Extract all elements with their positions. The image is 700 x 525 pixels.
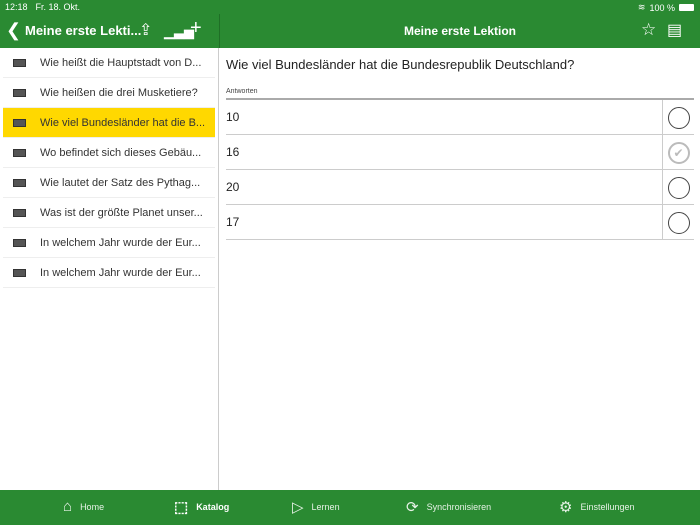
answer-row: 10 [226, 100, 694, 135]
answer-checkbox[interactable] [662, 100, 694, 135]
top-bar: 12:18 Fr. 18. Okt. ≋ 100 % ❮ Meine erste… [0, 0, 700, 48]
message-icon [13, 88, 26, 97]
question-label: Wie lautet der Satz des Pythag... [40, 176, 201, 189]
status-time: 12:18 [5, 2, 28, 12]
answer-checkbox[interactable] [662, 205, 694, 240]
right-title: Meine erste Lektion [403, 24, 517, 38]
question-label: Wo befindet sich dieses Gebäu... [40, 146, 202, 159]
answers-label: Antworten [226, 88, 694, 100]
answer-text: 20 [226, 180, 240, 194]
question-list: Wie heißt die Hauptstadt von D... Wie hei… [0, 48, 219, 490]
message-icon [13, 238, 26, 247]
answer-text: 17 [226, 215, 240, 229]
share-icon[interactable]: ⇪ [139, 20, 152, 40]
question-text: Wie viel Bundesländer hat die Bundesrepu… [226, 57, 575, 72]
tab-label: Einstellungen [580, 502, 635, 512]
left-title: Meine erste Lekti... [25, 23, 142, 38]
tab-home[interactable]: ⌂ Home [63, 498, 104, 515]
tab-bar: ⌂ Home ⬚ Katalog ▷ Lernen ⟳ Synchronisieren … [0, 490, 700, 525]
tab-label: Home [80, 501, 105, 512]
circle-icon [667, 211, 690, 234]
answer-row: 16 ✔ [226, 135, 694, 170]
box-icon: ⬚ [174, 499, 189, 516]
tab-einstellungen[interactable]: ⚙ Einstellungen [559, 498, 635, 516]
question-list-item[interactable]: Was ist der größte Planet unser... [3, 198, 215, 228]
home-icon: ⌂ [63, 498, 73, 515]
question-label: In welchem Jahr wurde der Eur... [40, 236, 201, 249]
circle-icon [667, 106, 690, 129]
question-label: Wie heißen die drei Musketiere? [40, 86, 198, 99]
message-icon [13, 268, 26, 277]
tab-katalog[interactable]: ⬚ Katalog [174, 498, 229, 516]
question-list-item[interactable]: Wie heißt die Hauptstadt von D... [3, 48, 215, 78]
message-icon [13, 148, 26, 157]
answer-row: 20 [226, 170, 694, 205]
tab-label: Katalog [196, 502, 230, 512]
question-label: Was ist der größte Planet unser... [40, 206, 203, 219]
status-right: ≋ 100 % [638, 2, 694, 13]
status-date: Fr. 18. Okt. [35, 2, 81, 12]
question-list-item[interactable]: Wie lautet der Satz des Pythag... [3, 168, 215, 198]
answer-row: 17 [226, 205, 694, 240]
gear-icon: ⚙ [559, 499, 573, 516]
battery-icon [679, 4, 694, 11]
answer-checkbox[interactable]: ✔ [662, 135, 694, 170]
tab-synchronisieren[interactable]: ⟳ Synchronisieren [406, 498, 491, 516]
sync-icon: ⟳ [406, 499, 419, 516]
circle-icon [667, 176, 690, 199]
message-icon [13, 118, 26, 127]
wifi-icon: ≋ [637, 2, 646, 12]
question-list-item[interactable]: In welchem Jahr wurde der Eur... [3, 258, 215, 288]
question-list-item[interactable]: In welchem Jahr wurde der Eur... [3, 228, 215, 258]
tab-label: Synchronisieren [426, 502, 492, 512]
star-icon[interactable]: ☆ [641, 20, 656, 40]
question-label: Wie viel Bundesländer hat die B... [40, 116, 206, 129]
edit-icon[interactable]: ▤ [667, 20, 682, 40]
question-detail: Wie viel Bundesländer hat die Bundesrepu… [220, 48, 700, 240]
question-label: Wie heißt die Hauptstadt von D... [40, 56, 202, 69]
status-bar: 12:18 Fr. 18. Okt. [5, 2, 80, 12]
message-icon [13, 208, 26, 217]
answer-text: 10 [226, 110, 240, 124]
tab-lernen[interactable]: ▷ Lernen [292, 498, 340, 516]
message-icon [13, 178, 26, 187]
question-list-item[interactable]: Wie viel Bundesländer hat die B... [3, 108, 215, 138]
message-icon [13, 58, 26, 67]
checkmark-circle-icon: ✔ [667, 141, 690, 164]
answer-checkbox[interactable] [662, 170, 694, 205]
back-icon[interactable]: ❮ [6, 20, 21, 41]
add-icon[interactable]: + [190, 17, 202, 40]
play-icon: ▷ [292, 499, 304, 516]
question-list-item[interactable]: Wo befindet sich dieses Gebäu... [3, 138, 215, 168]
question-label: In welchem Jahr wurde der Eur... [40, 266, 201, 279]
tab-label: Lernen [311, 502, 340, 512]
battery-percent: 100 % [649, 2, 675, 13]
answer-text: 16 [226, 145, 240, 159]
question-list-item[interactable]: Wie heißen die drei Musketiere? [3, 78, 215, 108]
